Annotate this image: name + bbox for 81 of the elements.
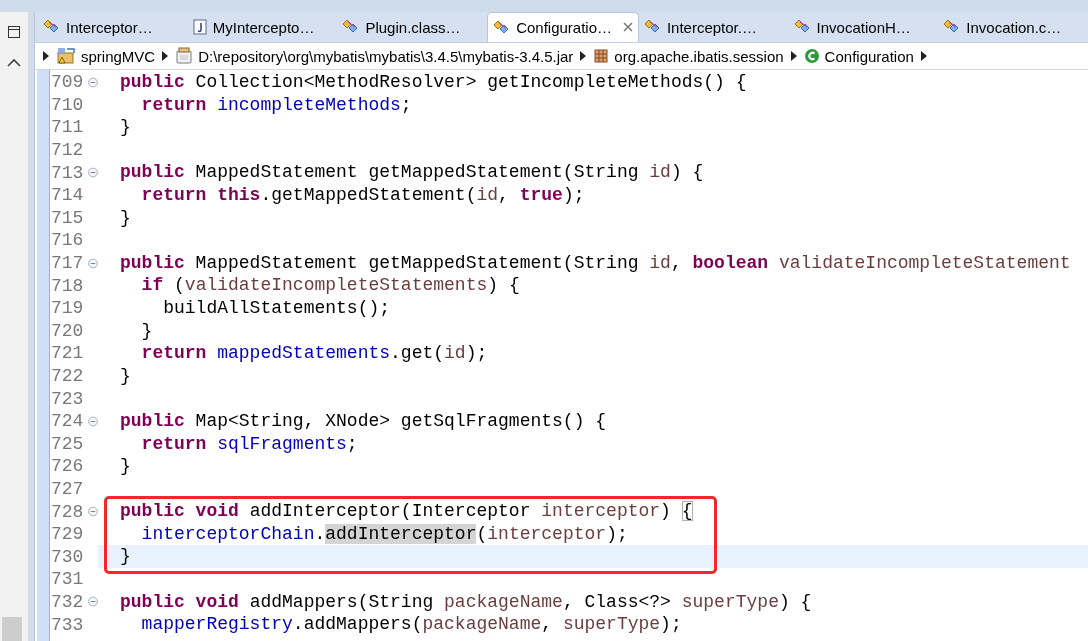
class-file-icon [43, 19, 60, 35]
line-number: 716 [50, 230, 85, 251]
line-number: 709 [50, 72, 85, 93]
code-line: } [120, 456, 131, 477]
editor-tab[interactable]: Interceptor… [38, 12, 188, 42]
editor-tab[interactable]: InvocationH… [788, 12, 939, 42]
class-file-icon [342, 19, 360, 35]
class-icon [803, 48, 820, 64]
line-number: 717 [50, 253, 85, 274]
chevron-icon[interactable] [580, 51, 587, 61]
package-icon [593, 48, 610, 64]
line-number: 733 [50, 614, 85, 635]
line-number: 718 [50, 275, 85, 296]
collapse-icon[interactable] [88, 167, 98, 179]
java-file-icon [192, 19, 207, 35]
collapse-icon[interactable] [88, 415, 98, 427]
breadcrumb-item[interactable]: Configuration [824, 47, 914, 65]
code-line: public Collection<MethodResolver> getIncompleteMethods() { [120, 72, 747, 92]
line-number: 714 [50, 185, 85, 206]
scrollbar-thumb[interactable] [2, 617, 22, 641]
code-line: return mappedStatements.get(id); [140, 343, 488, 364]
line-number: 719 [50, 298, 85, 319]
collapse-icon[interactable] [88, 257, 98, 269]
code-line: interceptorChain.addInterceptor(interceptor); [140, 523, 628, 544]
line-number: 731 [50, 569, 85, 590]
breadcrumb-item[interactable]: D:\repository\org\mybatis\mybatis\3.4.5\mybatis-3.4.5.jar [198, 47, 574, 65]
code-line: public Map<String, XNode> getSqlFragments() { [120, 410, 607, 431]
collapse-icon[interactable] [88, 76, 98, 88]
chevron-icon[interactable] [43, 51, 49, 61]
line-number: 730 [50, 546, 85, 567]
line-number: 712 [50, 140, 85, 161]
line-number: 729 [50, 524, 85, 545]
line-number: 724 [50, 411, 85, 432]
chevron-icon[interactable] [920, 51, 927, 61]
chevron-icon[interactable] [790, 51, 797, 61]
line-number: 722 [50, 366, 85, 386]
editor-tab[interactable]: Interceptor.… [638, 12, 789, 42]
code-line: if (validateIncompleteStatements) { [140, 275, 520, 296]
code-line: return incompleteMethods; [140, 94, 412, 115]
class-file-icon [643, 19, 661, 35]
line-number: 720 [50, 320, 85, 341]
class-file-icon [493, 19, 511, 36]
line-number: 710 [50, 94, 85, 115]
collapse-icon[interactable] [88, 506, 98, 518]
editor-tab[interactable]: Invocation.c… [938, 12, 1088, 42]
code-line: } [120, 546, 131, 567]
breadcrumb-item[interactable]: springMVC [81, 47, 156, 65]
editor-tab[interactable]: Plugin.class… [337, 12, 488, 42]
code-line: } [140, 320, 153, 341]
line-number: 725 [50, 433, 85, 454]
scroll-up-icon[interactable] [7, 58, 21, 67]
editor-tab[interactable]: MyIntercepto… [187, 12, 338, 42]
class-file-icon [793, 19, 811, 35]
chevron-icon[interactable] [162, 51, 169, 61]
jar-icon [175, 47, 194, 65]
code-line: public void addMappers(String packageName, Class<?> superType) { [120, 591, 812, 612]
code-line: } [120, 207, 131, 228]
code-line: return this.getMappedStatement(id, true); [140, 184, 585, 205]
class-file-icon [943, 19, 961, 35]
collapse-icon[interactable] [88, 596, 98, 608]
restore-icon[interactable] [8, 26, 20, 38]
editor-tab[interactable]: Configuratio… [487, 12, 639, 42]
line-number: 713 [50, 162, 85, 183]
code-line: } [120, 117, 131, 138]
code-line: public void addInterceptor(Interceptor interceptor) { [120, 501, 693, 522]
line-number: 715 [50, 207, 85, 228]
line-number: 728 [50, 501, 85, 522]
line-number: 723 [50, 388, 85, 409]
project-icon [56, 47, 76, 65]
code-line: return sqlFragments; [140, 433, 358, 454]
code-line: } [120, 365, 131, 386]
code-line: public MappedStatement getMappedStatement(String id, boolean validateIncompleteStatement [120, 252, 1071, 273]
line-number: 732 [50, 591, 85, 612]
line-number: 721 [50, 343, 85, 364]
line-number: 727 [50, 479, 85, 499]
line-number: 726 [50, 456, 85, 477]
line-number: 711 [50, 117, 85, 138]
breadcrumb-item[interactable]: org.apache.ibatis.session [614, 47, 784, 65]
code-line: buildAllStatements(); [162, 297, 391, 318]
code-line: public MappedStatement getMappedStatement(String id) { [120, 162, 704, 183]
code-line: mapperRegistry.addMappers(packageName, superType); [140, 614, 682, 635]
